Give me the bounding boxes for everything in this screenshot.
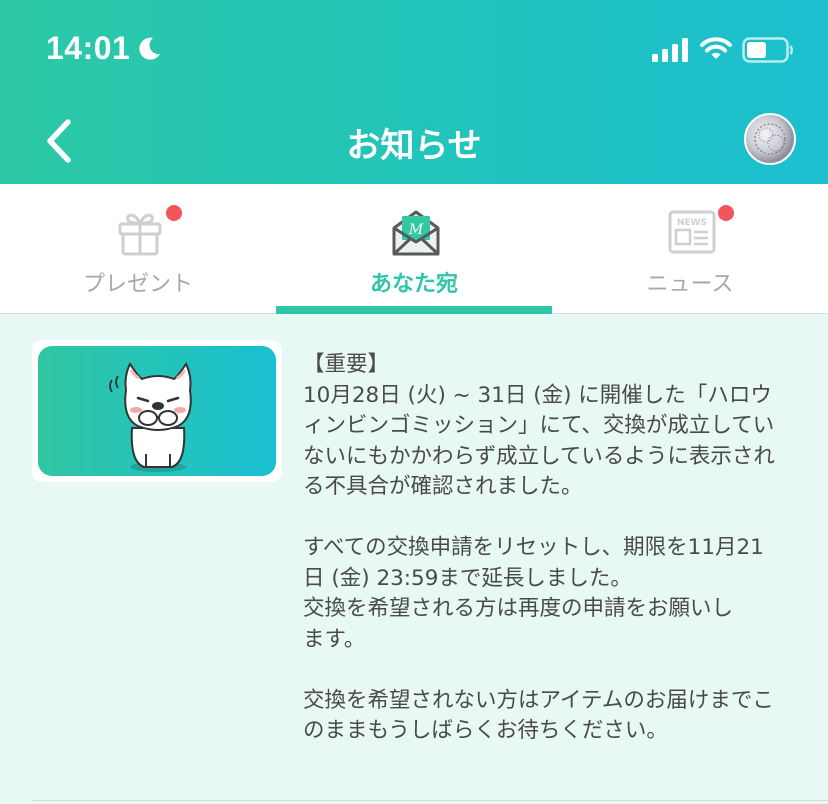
avatar[interactable] (744, 113, 796, 165)
notification-badge (166, 205, 182, 221)
app-header: 14:01 お知らせ (0, 0, 828, 184)
tab-present[interactable]: プレゼント (0, 184, 276, 314)
notice-text-line: すべての交換申請をリセットし、期限を11月21 (303, 535, 764, 560)
notice-paragraph: 交換を希望されない方はアイテムのお届けまでこ のままもうしばらくお待ちください。 (303, 686, 803, 747)
svg-text:NEWS: NEWS (677, 218, 707, 228)
notice-text-line: 日 (金) 23:59まで延長しました。 (303, 565, 632, 591)
active-tab-indicator (276, 306, 552, 314)
divider (32, 800, 828, 801)
notice-paragraph: 【重要】 10月28日 (火) ~ 31日 (金) に開催した「ハロウ ィンビン… (303, 350, 803, 503)
notice-thumbnail[interactable] (32, 340, 282, 482)
notice-text-line: ィンビンゴミッション」にて、交換が成立してい (303, 413, 775, 438)
notice-thumbnail-image (38, 346, 276, 476)
svg-text:M: M (408, 222, 424, 238)
battery-icon (742, 37, 793, 63)
envelope-icon: M (392, 210, 440, 256)
wifi-icon (700, 37, 732, 59)
notice-text-line: 10月28日 (火) ~ 31日 (金) に開催した「ハロウ (303, 382, 772, 408)
tab-for-you[interactable]: M あなた宛 (276, 184, 552, 314)
tab-label: ニュース (646, 272, 734, 297)
tab-bar: プレゼント M あなた宛 NEWS ニュース (0, 184, 828, 314)
status-time: 14:01 (46, 30, 131, 66)
tab-label: プレゼント (82, 272, 193, 297)
gift-icon (118, 213, 162, 256)
notice-text-line: 交換を希望される方は再度の申請をお願いし (303, 596, 734, 621)
signal-icon (652, 38, 688, 62)
notice-paragraph: すべての交換申請をリセットし、期限を11月21 日 (金) 23:59まで延長し… (303, 533, 803, 655)
newspaper-icon: NEWS (668, 210, 716, 254)
notification-badge (718, 205, 734, 221)
notice-text-line: 交換を希望されない方はアイテムのお届けまでこ (303, 687, 774, 713)
tab-label: あなた宛 (369, 272, 458, 297)
notice-body: 【重要】 10月28日 (火) ~ 31日 (金) に開催した「ハロウ ィンビン… (303, 350, 803, 777)
notice-text-line: る不具合が確認されました。 (303, 474, 583, 499)
bulldog-illustration (109, 362, 192, 472)
page-title: お知らせ (346, 126, 482, 166)
moon-icon (139, 37, 160, 60)
notice-text-line: のままもうしばらくお待ちください。 (303, 718, 668, 743)
notice-text-line: ます。 (303, 626, 366, 652)
notice-text-line: ないにもかかわらず成立しているように表示され (303, 443, 775, 469)
notice-heading: 【重要】 (303, 352, 390, 377)
tab-news[interactable]: NEWS ニュース (552, 184, 828, 314)
